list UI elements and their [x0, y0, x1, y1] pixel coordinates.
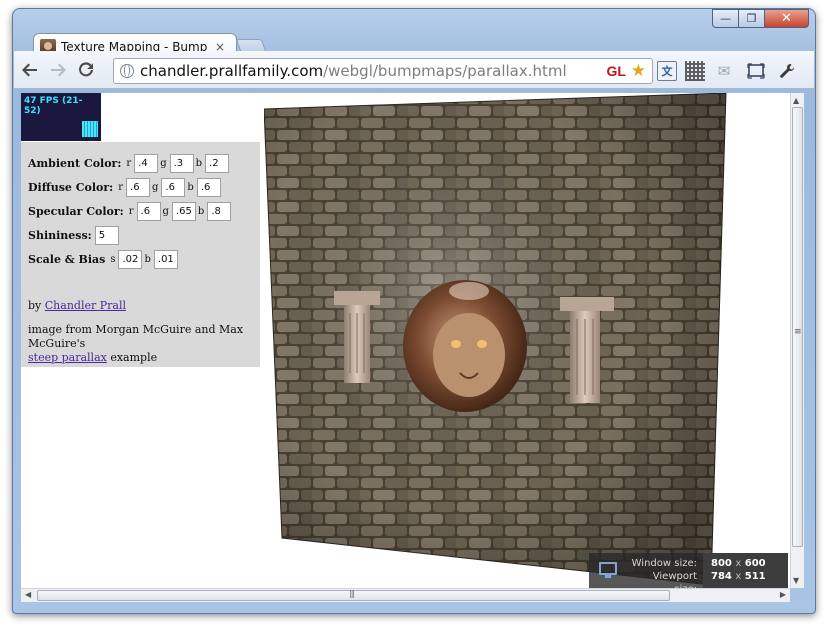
scale-bias-row: Scale & Bias s .02 b .01 — [28, 247, 253, 271]
controls-panel: Ambient Color: r .4 g .3 b .2 Diffuse Co… — [21, 142, 260, 367]
viewport-width: 784 — [711, 571, 732, 582]
specular-label: Specular Color: — [28, 204, 124, 218]
shininess-label: Shininess: — [28, 228, 92, 242]
brick-wall-render — [263, 93, 727, 586]
times-sign: x — [735, 558, 742, 569]
viewport-size-label: Viewport size: — [652, 571, 697, 588]
fps-graph — [82, 121, 98, 137]
channel-b-label: b — [197, 205, 205, 217]
channel-g-label: g — [160, 157, 167, 169]
wrench-glyph — [780, 63, 794, 78]
channel-r-label: r — [126, 157, 132, 169]
window-size-value: 800 x 600 — [711, 557, 780, 570]
scale-input[interactable]: .02 — [118, 249, 143, 269]
url-path: /webgl/bumpmaps/parallax.html — [323, 62, 567, 80]
shininess-input[interactable]: 5 — [94, 225, 119, 245]
channel-g-label: g — [152, 181, 159, 193]
scale-bias-label: Scale & Bias — [28, 252, 106, 266]
channel-r-label: r — [118, 181, 124, 193]
diffuse-g-input[interactable]: .6 — [161, 177, 186, 197]
channel-s-label: s — [110, 253, 116, 265]
window-controls: — ❐ ✕ — [712, 9, 809, 28]
by-text: by — [28, 299, 42, 312]
reload-icon — [79, 61, 93, 76]
diffuse-label: Diffuse Color: — [28, 180, 114, 194]
diffuse-row: Diffuse Color: r .6 g .6 b .6 — [28, 175, 253, 199]
shininess-row: Shininess: 5 — [28, 223, 253, 247]
forward-button[interactable] — [46, 58, 70, 82]
specular-r-input[interactable]: .6 — [136, 201, 161, 221]
screen-icon[interactable] — [746, 61, 766, 81]
bias-input[interactable]: .01 — [153, 249, 178, 269]
fps-meter: 47 FPS (21-52) — [21, 93, 101, 141]
example-text: example — [110, 351, 158, 364]
steep-parallax-link[interactable]: steep parallax — [28, 351, 107, 364]
qr-code-icon[interactable] — [685, 61, 705, 81]
ambient-b-input[interactable]: .2 — [205, 153, 230, 173]
window-height: 600 — [744, 558, 766, 569]
close-window-button[interactable]: ✕ — [765, 9, 809, 28]
mail-icon[interactable]: ✉ — [714, 61, 734, 81]
reload-button[interactable] — [74, 58, 98, 82]
globe-icon — [120, 64, 134, 78]
size-labels: Window size: Viewport size: — [629, 557, 697, 588]
vertical-scrollbar[interactable]: ▲ ≡ ▼ — [790, 93, 804, 588]
specular-row: Specular Color: r .6 g .65 b .8 — [28, 199, 253, 223]
parallax-canvas[interactable] — [263, 93, 729, 586]
times-sign: x — [735, 571, 742, 582]
diffuse-b-input[interactable]: .6 — [196, 177, 221, 197]
window-size-label: Window size: — [631, 558, 697, 569]
channel-g-label: g — [162, 205, 169, 217]
back-icon — [22, 63, 37, 76]
wrench-icon[interactable] — [777, 61, 797, 81]
url-text[interactable]: chandler.prallfamily.com/webgl/bumpmaps/… — [140, 62, 567, 80]
maximize-button[interactable]: ❐ — [739, 9, 765, 28]
channel-b-label: b — [187, 181, 194, 193]
monitor-icon — [599, 562, 617, 578]
author-link[interactable]: Chandler Prall — [45, 299, 126, 312]
minimize-button[interactable]: — — [712, 9, 739, 28]
specular-g-input[interactable]: .65 — [171, 201, 196, 221]
scroll-left-icon[interactable]: ◀ — [25, 590, 31, 599]
translate-icon[interactable]: 文 — [657, 61, 677, 81]
back-button[interactable] — [18, 58, 42, 82]
channel-b-label: b — [195, 157, 203, 169]
browser-toolbar: chandler.prallfamily.com/webgl/bumpmaps/… — [14, 51, 814, 89]
channel-b-label: b — [144, 253, 151, 265]
lion-head — [403, 280, 527, 412]
star-icon[interactable]: ★ — [631, 61, 646, 81]
scroll-down-icon[interactable]: ▼ — [793, 576, 799, 585]
viewport-height: 511 — [744, 571, 766, 582]
credits: by Chandler Prall image from Morgan McGu… — [28, 299, 253, 365]
scroll-right-icon[interactable]: ▶ — [780, 590, 786, 599]
scroll-up-icon[interactable]: ▲ — [793, 96, 799, 105]
url-host: chandler.prallfamily.com — [140, 62, 324, 80]
source-line: image from Morgan McGuire and Max McGuir… — [28, 323, 253, 365]
ambient-g-input[interactable]: .3 — [169, 153, 194, 173]
page-viewport: 47 FPS (21-52) Ambient Color: r .4 g .3 … — [21, 93, 790, 588]
vertical-grip-icon: ≡ — [794, 327, 802, 337]
diffuse-r-input[interactable]: .6 — [126, 177, 151, 197]
horizontal-scrollbar[interactable]: ◀ ||| ▶ — [21, 588, 790, 602]
author-line: by Chandler Prall — [28, 299, 253, 313]
channel-r-label: r — [128, 205, 134, 217]
forward-icon — [51, 63, 66, 76]
ambient-label: Ambient Color: — [28, 156, 122, 170]
viewport-size-value: 784 x 511 — [711, 570, 780, 583]
window-size-overlay: Window size: Viewport size: 800 x 600 78… — [589, 553, 788, 588]
ambient-row: Ambient Color: r .4 g .3 b .2 — [28, 151, 253, 175]
screen-glyph — [747, 63, 765, 79]
image-from-text: image from Morgan McGuire and Max McGuir… — [28, 323, 244, 350]
horizontal-grip-icon: ||| — [349, 589, 355, 598]
fps-text: 47 FPS (21-52) — [24, 96, 83, 116]
window-width: 800 — [711, 558, 732, 569]
size-values: 800 x 600 784 x 511 — [703, 553, 788, 588]
webgl-badge[interactable]: GL — [607, 63, 626, 79]
ambient-r-input[interactable]: .4 — [134, 153, 159, 173]
specular-b-input[interactable]: .8 — [207, 201, 232, 221]
address-bar[interactable]: chandler.prallfamily.com/webgl/bumpmaps/… — [113, 58, 653, 84]
